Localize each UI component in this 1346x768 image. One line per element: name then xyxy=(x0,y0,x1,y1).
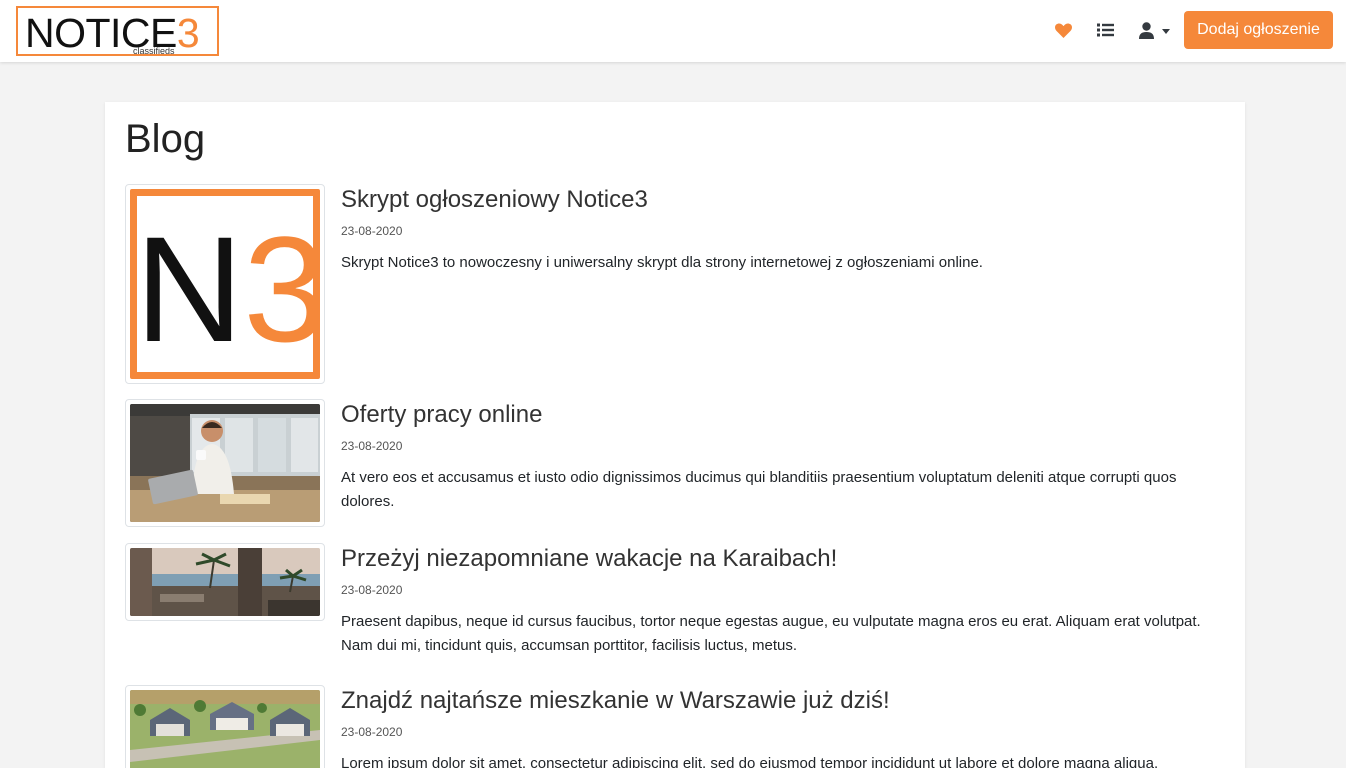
post-excerpt: Skrypt Notice3 to nowoczesny i uniwersal… xyxy=(341,254,983,271)
logo-subtitle: classifieds xyxy=(133,46,175,56)
post-body: Oferty pracy online 23-08-2020 At vero e… xyxy=(341,399,1221,514)
blog-card: Blog N3 Skrypt ogłoszeniowy Notice3 23-0… xyxy=(105,102,1245,768)
post-date: 23-08-2020 xyxy=(341,725,403,739)
logo-image-n: N3 xyxy=(135,205,320,373)
chevron-down-icon[interactable] xyxy=(1162,29,1170,34)
page-title: Blog xyxy=(125,117,206,161)
man-with-laptop-image xyxy=(130,404,320,522)
post-date: 23-08-2020 xyxy=(341,439,403,453)
post-thumbnail[interactable] xyxy=(125,399,325,527)
beach-terrace-image xyxy=(130,548,320,616)
top-navbar: NOTICE3 classifieds Dodaj ogłoszenie xyxy=(0,0,1346,62)
notice3-logo-image: N3 xyxy=(130,189,320,379)
post-date: 23-08-2020 xyxy=(341,583,403,597)
logo-number: 3 xyxy=(176,10,200,56)
houses-aerial-image xyxy=(130,690,320,768)
post-thumbnail[interactable] xyxy=(125,543,325,621)
add-listing-button[interactable]: Dodaj ogłoszenie xyxy=(1184,11,1333,49)
post-thumbnail[interactable]: N3 xyxy=(125,184,325,384)
post-excerpt: Praesent dapibus, neque id cursus faucib… xyxy=(341,613,1201,654)
post-date: 23-08-2020 xyxy=(341,224,403,238)
post-thumbnail[interactable] xyxy=(125,685,325,768)
post-body: Przeżyj niezapomniane wakacje na Karaiba… xyxy=(341,543,1221,658)
post-title-link[interactable]: Znajdź najtańsze mieszkanie w Warszawie … xyxy=(341,685,1221,717)
post-body: Skrypt ogłoszeniowy Notice3 23-08-2020 S… xyxy=(341,184,1221,275)
user-icon[interactable] xyxy=(1136,20,1156,40)
post-body: Znajdź najtańsze mieszkanie w Warszawie … xyxy=(341,685,1221,768)
heart-icon[interactable] xyxy=(1053,20,1073,40)
post-excerpt: At vero eos et accusamus et iusto odio d… xyxy=(341,469,1177,510)
list-icon[interactable] xyxy=(1095,20,1115,40)
post-title-link[interactable]: Oferty pracy online xyxy=(341,399,1221,431)
site-logo[interactable]: NOTICE3 classifieds xyxy=(16,6,219,56)
post-excerpt: Lorem ipsum dolor sit amet, consectetur … xyxy=(341,755,1159,768)
post-title-link[interactable]: Przeżyj niezapomniane wakacje na Karaiba… xyxy=(341,543,1221,575)
post-title-link[interactable]: Skrypt ogłoszeniowy Notice3 xyxy=(341,184,1221,216)
